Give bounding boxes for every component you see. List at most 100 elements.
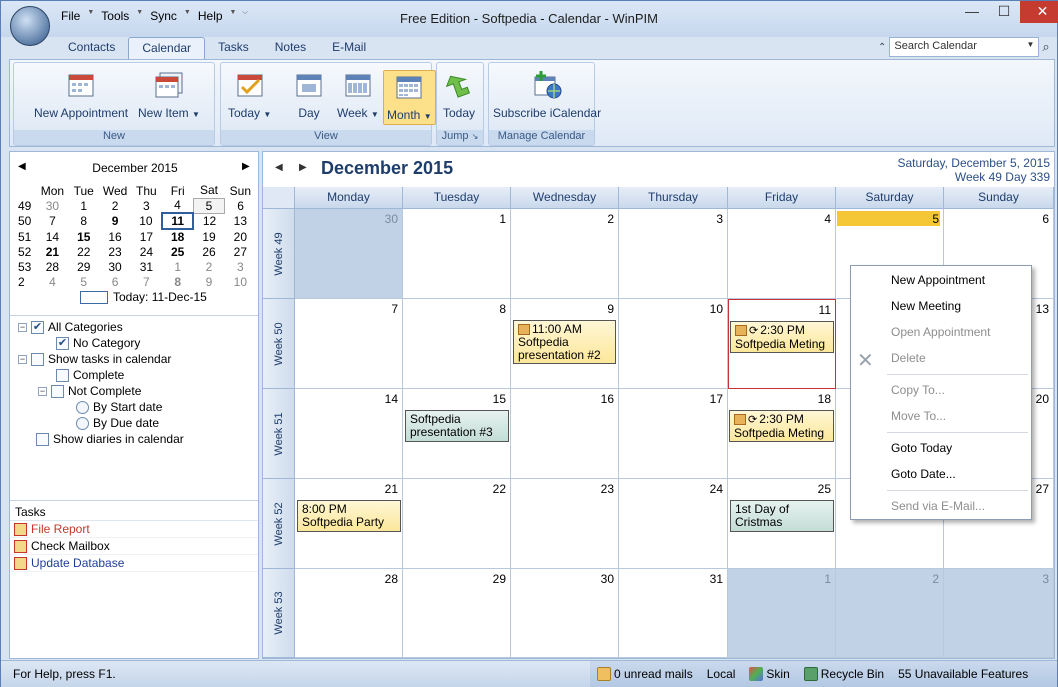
day-cell[interactable]: 16 xyxy=(511,389,619,479)
mini-day[interactable]: 4 xyxy=(37,274,68,289)
day-cell[interactable]: 29 xyxy=(403,569,511,658)
mini-day[interactable]: 13 xyxy=(225,213,256,229)
chevron-down-icon[interactable]: ▼ xyxy=(1026,40,1034,54)
month-view-button[interactable]: Month ▼ xyxy=(383,70,436,125)
new-appointment-button[interactable]: New Appointment xyxy=(34,71,128,120)
radio-icon[interactable] xyxy=(76,416,89,430)
menu-new-appointment[interactable]: New Appointment xyxy=(891,273,985,287)
status-local[interactable]: Local xyxy=(700,667,743,681)
menu-send-email[interactable]: Send via E-Mail... xyxy=(891,499,985,513)
mini-day[interactable]: 19 xyxy=(193,229,224,244)
mini-day[interactable]: 12 xyxy=(193,213,224,229)
mini-day[interactable]: 9 xyxy=(193,274,224,289)
collapse-icon[interactable]: − xyxy=(18,354,27,364)
mini-day[interactable]: 30 xyxy=(99,259,130,274)
search-icon[interactable]: ⌕ xyxy=(1042,39,1049,55)
prev-month-icon[interactable]: ◀ xyxy=(275,162,283,173)
checkbox-icon[interactable] xyxy=(36,432,49,446)
day-cell[interactable]: 4 xyxy=(728,209,836,299)
mini-day[interactable]: 31 xyxy=(131,259,162,274)
mini-day[interactable]: 7 xyxy=(37,213,68,229)
day-cell[interactable]: 10 xyxy=(619,299,728,389)
checkbox-checked-icon[interactable]: ✔ xyxy=(56,336,69,350)
mini-day[interactable]: 6 xyxy=(99,274,130,289)
calendar-event[interactable]: Softpedia presentation #3 xyxy=(405,410,509,442)
tab-notes[interactable]: Notes xyxy=(262,37,319,59)
status-recycle-bin[interactable]: Recycle Bin xyxy=(797,667,891,681)
checkbox-icon[interactable] xyxy=(51,384,64,398)
tab-calendar[interactable]: Calendar xyxy=(128,37,206,59)
mini-day-today[interactable]: 11 xyxy=(161,212,195,230)
mini-day[interactable]: 14 xyxy=(37,229,68,244)
close-button[interactable]: ✕ xyxy=(1020,1,1058,23)
tab-tasks[interactable]: Tasks xyxy=(205,37,262,59)
tab-contacts[interactable]: Contacts xyxy=(55,37,128,59)
menu-help[interactable]: Help xyxy=(194,9,227,23)
mini-day[interactable]: 25 xyxy=(162,244,193,259)
mini-day[interactable]: 3 xyxy=(225,259,256,274)
mini-day[interactable]: 6 xyxy=(225,198,256,213)
mini-day[interactable]: 2 xyxy=(99,198,130,213)
tab-email[interactable]: E-Mail xyxy=(319,37,379,59)
day-cell[interactable]: 28 xyxy=(295,569,403,658)
calendar-event[interactable]: 1st Day of Cristmas xyxy=(730,500,834,532)
calendar-event[interactable]: ⟳ 2:30 PM Softpedia Meting xyxy=(729,410,834,442)
today-link[interactable]: Today: 11-Dec-15 xyxy=(80,290,207,304)
mini-day[interactable]: 10 xyxy=(131,213,162,229)
dialog-launcher-icon[interactable]: ↘ xyxy=(472,132,479,141)
mini-day[interactable]: 9 xyxy=(99,213,130,229)
mini-day[interactable]: 10 xyxy=(225,274,256,289)
next-month-icon[interactable]: ▶ xyxy=(242,161,250,172)
status-skin[interactable]: Skin xyxy=(742,667,796,681)
day-cell[interactable]: 3 xyxy=(619,209,728,299)
day-view-button[interactable]: Day xyxy=(294,71,324,120)
filter-complete[interactable]: Complete xyxy=(56,368,124,382)
filter-show-tasks[interactable]: − Show tasks in calendar xyxy=(18,352,171,366)
new-item-button[interactable]: New Item ▼ xyxy=(138,71,200,120)
app-menu-button[interactable] xyxy=(10,6,50,46)
day-cell[interactable]: 30 xyxy=(295,209,403,299)
day-cell[interactable]: 1 xyxy=(403,209,511,299)
day-cell[interactable]: 2 xyxy=(836,569,944,658)
day-cell[interactable]: 17 xyxy=(619,389,728,479)
menu-goto-today[interactable]: Goto Today xyxy=(891,441,952,455)
menu-open-appointment[interactable]: Open Appointment xyxy=(891,325,990,339)
menu-copy-to[interactable]: Copy To... xyxy=(891,383,945,397)
customize-toolbar-icon[interactable]: ⌵ xyxy=(239,9,250,23)
calendar-event[interactable]: ⟳ 2:30 PM Softpedia Meting xyxy=(730,321,834,353)
day-cell[interactable]: 31 xyxy=(619,569,728,658)
day-cell[interactable]: 21 8:00 PM Softpedia Party xyxy=(295,479,403,569)
mini-day[interactable]: 22 xyxy=(68,244,99,259)
mini-day[interactable]: 1 xyxy=(162,259,193,274)
menu-sync[interactable]: Sync xyxy=(146,9,181,23)
mini-day[interactable]: 1 xyxy=(68,198,99,213)
week-label-cell[interactable]: Week 49 xyxy=(263,209,295,299)
week-label-cell[interactable]: Week 51 xyxy=(263,389,295,479)
filter-no-category[interactable]: ✔ No Category xyxy=(56,336,140,350)
day-cell-today[interactable]: 11 ⟳ 2:30 PM Softpedia Meting xyxy=(728,299,836,389)
checkbox-icon[interactable] xyxy=(31,352,44,366)
mini-day[interactable]: 17 xyxy=(131,229,162,244)
task-item[interactable]: Check Mailbox xyxy=(10,538,258,555)
mini-day[interactable]: 8 xyxy=(162,274,193,289)
collapse-icon[interactable]: − xyxy=(18,322,27,332)
radio-icon[interactable] xyxy=(76,400,89,414)
status-features[interactable]: 55 Unavailable Features xyxy=(891,667,1035,681)
day-cell[interactable]: 8 xyxy=(403,299,511,389)
subscribe-icalendar-button[interactable]: Subscribe iCalendar xyxy=(493,71,601,120)
mini-day[interactable]: 4 xyxy=(162,198,193,213)
day-cell[interactable]: 9 11:00 AM Softpedia presentation #2 xyxy=(511,299,619,389)
day-cell[interactable]: 24 xyxy=(619,479,728,569)
calendar-event[interactable]: 8:00 PM Softpedia Party xyxy=(297,500,401,532)
checkbox-checked-icon[interactable]: ✔ xyxy=(31,320,44,334)
mini-day[interactable]: 28 xyxy=(37,259,68,274)
mini-day[interactable]: 15 xyxy=(68,229,99,244)
status-unread[interactable]: 0 unread mails xyxy=(590,667,700,681)
day-cell[interactable]: 25 1st Day of Cristmas xyxy=(728,479,836,569)
search-input[interactable]: Search Calendar ▼ xyxy=(889,37,1040,57)
menu-goto-date[interactable]: Goto Date... xyxy=(891,467,956,481)
day-cell[interactable]: 18 ⟳ 2:30 PM Softpedia Meting xyxy=(728,389,836,479)
calendar-event[interactable]: 11:00 AM Softpedia presentation #2 xyxy=(513,320,616,364)
menu-delete[interactable]: Delete xyxy=(891,351,926,365)
maximize-button[interactable]: ☐ xyxy=(988,1,1020,23)
